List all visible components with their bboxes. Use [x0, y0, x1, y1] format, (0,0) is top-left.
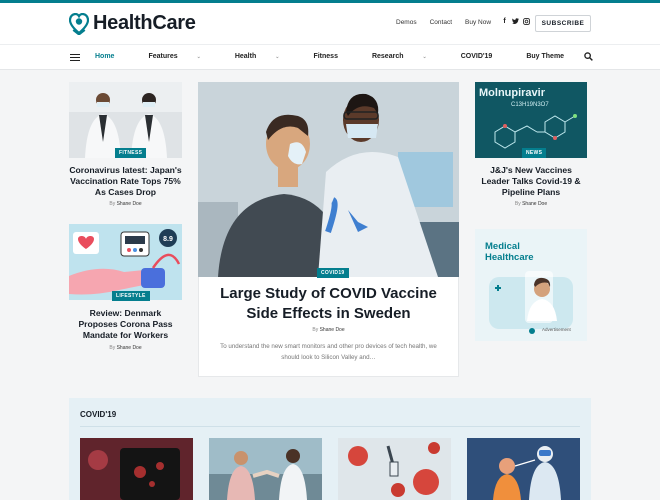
article-thumbnail-map-phone[interactable]	[80, 438, 193, 500]
featured-article-excerpt: To understand the new smart monitors and…	[220, 343, 437, 361]
article-thumbnail-swab-test[interactable]	[467, 438, 580, 500]
subscribe-button[interactable]: SUBSCRIBE	[535, 15, 591, 32]
social-links: f	[499, 18, 532, 27]
menu-item-home[interactable]: Home	[95, 53, 131, 60]
byline: By Shane Doe	[109, 201, 142, 207]
rating-badge: 8.9	[163, 236, 173, 243]
section-title: COVID'19	[80, 410, 117, 419]
article-thumbnail-virus[interactable]	[338, 438, 451, 500]
article-thumbnail-doctors[interactable]	[69, 82, 182, 158]
article-thumbnail-elbow-greeting[interactable]	[209, 438, 322, 500]
article-thumbnail-molecule[interactable]: Molnupiravir C13H19N3O7	[475, 82, 587, 158]
topnav-demos[interactable]: Demos	[396, 19, 417, 26]
topnav-contact[interactable]: Contact	[430, 19, 452, 26]
brand-name: HealthCare	[93, 12, 196, 34]
featured-article-title[interactable]: Large Study of COVID Vaccine Side Effect…	[208, 284, 449, 324]
article-thumbnail-illustration[interactable]: 8.9	[69, 224, 182, 300]
category-tag[interactable]: LIFESTYLE	[112, 291, 150, 301]
menu-item-health[interactable]: Health ⌄	[235, 53, 297, 60]
category-tag[interactable]: FITNESS	[115, 148, 147, 158]
article-title[interactable]: J&J's New Vaccines Leader Talks Covid-19…	[475, 165, 587, 198]
byline: By Shane Doe	[109, 345, 142, 351]
molecule-formula: C13H19N3O7	[511, 102, 549, 108]
menu-item-buy-theme[interactable]: Buy Theme	[526, 53, 581, 60]
chevron-down-icon: ⌄	[275, 54, 280, 60]
menu-item-features[interactable]: Features ⌄	[148, 53, 217, 60]
category-tag[interactable]: COVID19	[317, 268, 349, 278]
chevron-down-icon: ⌄	[422, 54, 427, 60]
section-divider	[80, 426, 580, 427]
main-menu: Home Features ⌄ Health ⌄ Fitness Research ⌄…	[95, 53, 598, 60]
menu-item-covid19[interactable]: COVID'19	[461, 53, 510, 60]
main-nav-bar: Home Features ⌄ Health ⌄ Fitness Research ⌄…	[0, 44, 660, 70]
heart-logo-icon	[69, 12, 89, 35]
molecule-name: Molnupiravir	[479, 87, 546, 99]
site-header: HealthCare Demos Contact Buy Now f SUBSC…	[0, 3, 660, 44]
featured-article-image[interactable]	[198, 82, 459, 277]
topnav-buy-now[interactable]: Buy Now	[465, 19, 491, 26]
search-icon[interactable]	[584, 52, 593, 61]
author-link[interactable]: Shane Doe	[117, 201, 142, 207]
hamburger-menu-icon[interactable]	[70, 54, 80, 61]
author-link[interactable]: Shane Doe	[522, 201, 547, 207]
ad-label: Advertisement	[542, 327, 571, 332]
byline: By Shane Doe	[312, 327, 345, 333]
category-tag[interactable]: NEWS	[522, 148, 547, 158]
author-link[interactable]: Shane Doe	[320, 327, 345, 333]
site-logo[interactable]: HealthCare	[69, 12, 196, 35]
author-link[interactable]: Shane Doe	[117, 345, 142, 351]
ad-headline: Medical Healthcare	[485, 241, 534, 263]
top-nav: Demos Contact Buy Now	[396, 19, 504, 26]
chevron-down-icon: ⌄	[196, 54, 201, 60]
byline: By Shane Doe	[514, 201, 548, 207]
instagram-icon[interactable]	[521, 18, 532, 27]
facebook-icon[interactable]: f	[499, 18, 510, 27]
article-title[interactable]: Coronavirus latest: Japan's Vaccination …	[69, 165, 182, 198]
article-title[interactable]: Review: Denmark Proposes Corona Pass Man…	[69, 308, 182, 341]
twitter-icon[interactable]	[510, 18, 521, 27]
advertisement-box[interactable]: Medical Healthcare Advertisement	[475, 229, 587, 341]
menu-item-research[interactable]: Research ⌄	[372, 53, 444, 60]
menu-item-fitness[interactable]: Fitness	[313, 53, 355, 60]
